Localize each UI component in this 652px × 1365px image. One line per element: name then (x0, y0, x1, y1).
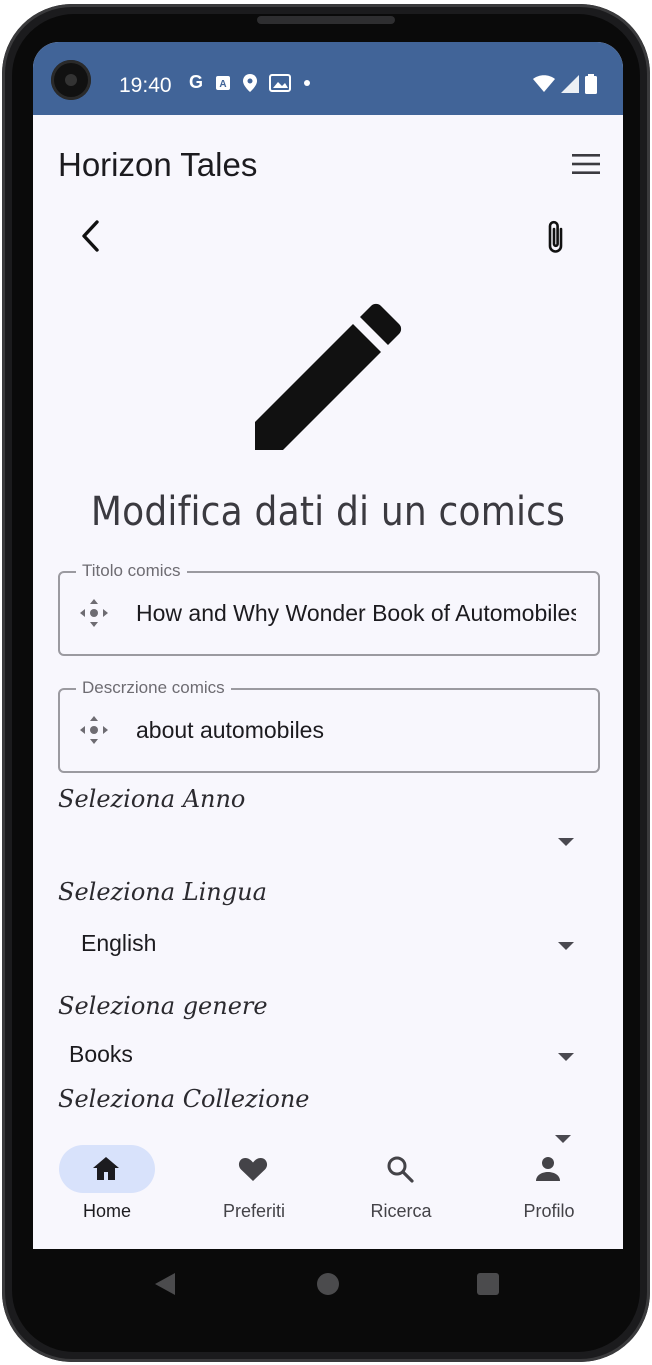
nav-item-home[interactable]: Home (37, 1145, 177, 1235)
search-icon (387, 1156, 414, 1183)
system-navigation-bar (33, 1249, 623, 1319)
system-back-icon[interactable] (155, 1273, 175, 1295)
nav-label-ricerca: Ricerca (370, 1201, 432, 1221)
system-icons (533, 74, 597, 94)
notification-icons: G A (189, 72, 311, 93)
page-heading: Modifica dati di un comics (90, 489, 566, 535)
collection-dropdown-caret-icon[interactable] (555, 1135, 571, 1143)
nav-label-preferiti: Preferiti (222, 1201, 285, 1221)
translate-icon: A (216, 75, 231, 90)
wifi-icon (533, 75, 555, 92)
bottom-navigation: Home Preferiti Ricerca Profilo (33, 1125, 623, 1249)
hamburger-menu-icon[interactable] (571, 152, 601, 176)
nav-item-preferiti[interactable]: Preferiti (184, 1145, 324, 1235)
app-title: Horizon Tales (58, 146, 258, 183)
nav-item-ricerca[interactable]: Ricerca (331, 1145, 471, 1235)
battery-icon (585, 74, 597, 94)
title-input[interactable] (136, 593, 576, 633)
status-time: 19:40 (119, 74, 172, 97)
home-icon (93, 1157, 119, 1180)
google-icon: G (189, 72, 204, 92)
description-field-label: Descrzione comics (76, 678, 231, 698)
description-input[interactable] (136, 710, 576, 750)
speaker-grille (257, 16, 395, 24)
dot-icon (304, 79, 311, 86)
system-recents-icon[interactable] (477, 1273, 499, 1295)
year-select[interactable] (58, 818, 596, 862)
gallery-icon (269, 73, 292, 92)
nav-label-home: Home (82, 1201, 131, 1221)
status-bar: 19:40 G A (33, 42, 623, 115)
description-field[interactable]: Descrzione comics (58, 678, 600, 773)
title-field-label: Titolo comics (76, 561, 187, 581)
dropdown-caret-icon (558, 942, 574, 950)
heart-icon (238, 1158, 268, 1181)
front-camera (51, 60, 91, 100)
genre-select[interactable]: Books (58, 1033, 596, 1077)
attachment-clip-icon[interactable] (541, 217, 571, 257)
location-icon (243, 73, 258, 92)
signal-icon (561, 75, 579, 93)
dropdown-caret-icon (558, 1053, 574, 1061)
collection-label: Seleziona Collezione (58, 1085, 310, 1113)
title-field[interactable]: Titolo comics (58, 561, 600, 656)
nav-label-profilo: Profilo (523, 1201, 575, 1221)
language-select[interactable]: English (58, 922, 596, 966)
genre-label: Seleziona genere (58, 992, 268, 1020)
pencil-edit-icon (255, 303, 402, 450)
nav-item-profilo[interactable]: Profilo (479, 1145, 619, 1235)
language-select-value: English (81, 930, 157, 956)
move-arrows-icon (80, 599, 108, 627)
genre-select-value: Books (69, 1041, 133, 1067)
dropdown-caret-icon (558, 838, 574, 846)
system-home-icon[interactable] (317, 1273, 339, 1295)
svg-text:A: A (219, 79, 226, 90)
person-icon (536, 1157, 560, 1181)
back-arrow-icon[interactable] (77, 218, 107, 254)
screen: 19:40 G A Horizon Tales Modifica dati di… (33, 42, 623, 1249)
language-label: Seleziona Lingua (58, 878, 267, 906)
move-arrows-icon (80, 716, 108, 744)
year-label: Seleziona Anno (58, 785, 246, 813)
